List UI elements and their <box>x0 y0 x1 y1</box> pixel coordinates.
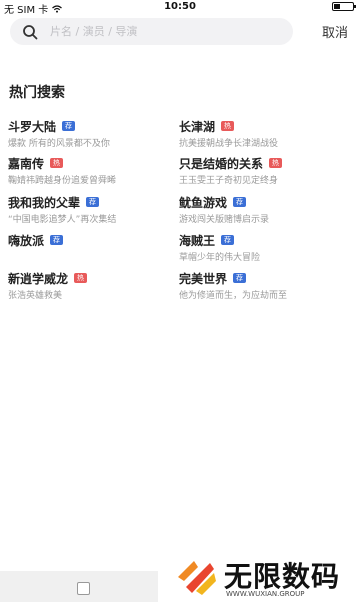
hot-item[interactable]: 只是结婚的关系热 王玉雯王子奇初见定终身 <box>179 155 339 186</box>
hot-item-desc: 游戏闯关版赌博启示录 <box>179 215 270 225</box>
hot-item-name: 我和我的父辈 <box>8 195 81 210</box>
search-bar[interactable] <box>10 18 293 45</box>
hot-item-desc: 鞠婧祎跨越身份追爱曾舜晞 <box>8 176 117 186</box>
hot-item[interactable]: 嘉南传热 鞠婧祎跨越身份追爱曾舜晞 <box>8 155 168 187</box>
hot-item[interactable]: 完美世界荐 他为修道而生，为应劫而至 <box>179 270 339 302</box>
hot-item-desc: 草帽少年的伟大冒险 <box>179 253 261 263</box>
hot-item-name: 长津湖 <box>179 119 216 134</box>
cancel-button[interactable]: 取消 <box>322 22 348 41</box>
hot-item[interactable]: 海贼王荐 草帽少年的伟大冒险 <box>179 232 339 264</box>
hot-item-name: 海贼王 <box>179 233 216 248</box>
hot-item-name: 鱿鱼游戏 <box>179 195 228 210</box>
recommend-badge: 荐 <box>233 197 247 207</box>
hot-item-desc: 王玉雯王子奇初见定终身 <box>179 176 279 186</box>
search-icon <box>23 24 38 39</box>
recommend-badge: 荐 <box>50 235 64 245</box>
watermark-url: WWW.WUXIAN.GROUP <box>226 590 305 598</box>
watermark-title: 无限数码 <box>224 560 341 593</box>
hot-item-desc: 他为修道而生，为应劫而至 <box>179 291 288 301</box>
hot-item-name: 斗罗大陆 <box>8 119 57 134</box>
hot-badge: 热 <box>50 158 64 168</box>
watermark: 无限数码 WWW.WUXIAN.GROUP <box>170 555 350 599</box>
recommend-badge: 荐 <box>62 121 76 131</box>
battery-fill <box>334 4 340 9</box>
hot-item[interactable]: 长津湖热 抗美援朝战争长津湖战役 <box>179 118 339 150</box>
status-bar: 无 SIM 卡 10:50 <box>0 0 360 16</box>
hot-item-name: 嗨放派 <box>8 233 45 248</box>
recommend-badge: 荐 <box>221 235 235 245</box>
square-icon[interactable] <box>77 582 90 595</box>
hot-badge: 热 <box>74 273 88 283</box>
battery-icon <box>332 2 356 11</box>
recommend-badge: 荐 <box>233 273 247 283</box>
hot-badge: 热 <box>221 121 235 131</box>
hot-item[interactable]: 我和我的父辈荐 “中国电影追梦人”再次集结 <box>8 194 168 226</box>
search-input[interactable] <box>48 24 272 39</box>
hot-item-name: 嘉南传 <box>8 156 45 171</box>
hot-item-desc: 抗美援朝战争长津湖战役 <box>179 139 279 149</box>
hot-item[interactable]: 嗨放派荐 <box>8 232 168 250</box>
hot-item[interactable]: 新逍学威龙热 张浩英雄救美 <box>8 270 168 301</box>
recommend-badge: 荐 <box>86 197 100 207</box>
hot-item[interactable]: 鱿鱼游戏荐 游戏闯关版赌博启示录 <box>179 194 339 226</box>
hot-search-title: 热门搜索 <box>9 85 65 101</box>
watermark-logo-icon <box>178 561 216 595</box>
hot-item-desc: “中国电影追梦人”再次集结 <box>8 215 117 225</box>
hot-item-desc: 爆款 所有的风景都不及你 <box>8 139 110 149</box>
hot-item-desc: 张浩英雄救美 <box>8 291 63 301</box>
hot-item-name: 新逍学威龙 <box>8 271 69 286</box>
hot-item-name: 完美世界 <box>179 271 228 286</box>
hot-item[interactable]: 斗罗大陆荐 爆款 所有的风景都不及你 <box>8 118 168 150</box>
hot-badge: 热 <box>269 158 283 168</box>
status-time: 10:50 <box>164 1 196 12</box>
hot-item-name: 只是结婚的关系 <box>179 156 264 171</box>
